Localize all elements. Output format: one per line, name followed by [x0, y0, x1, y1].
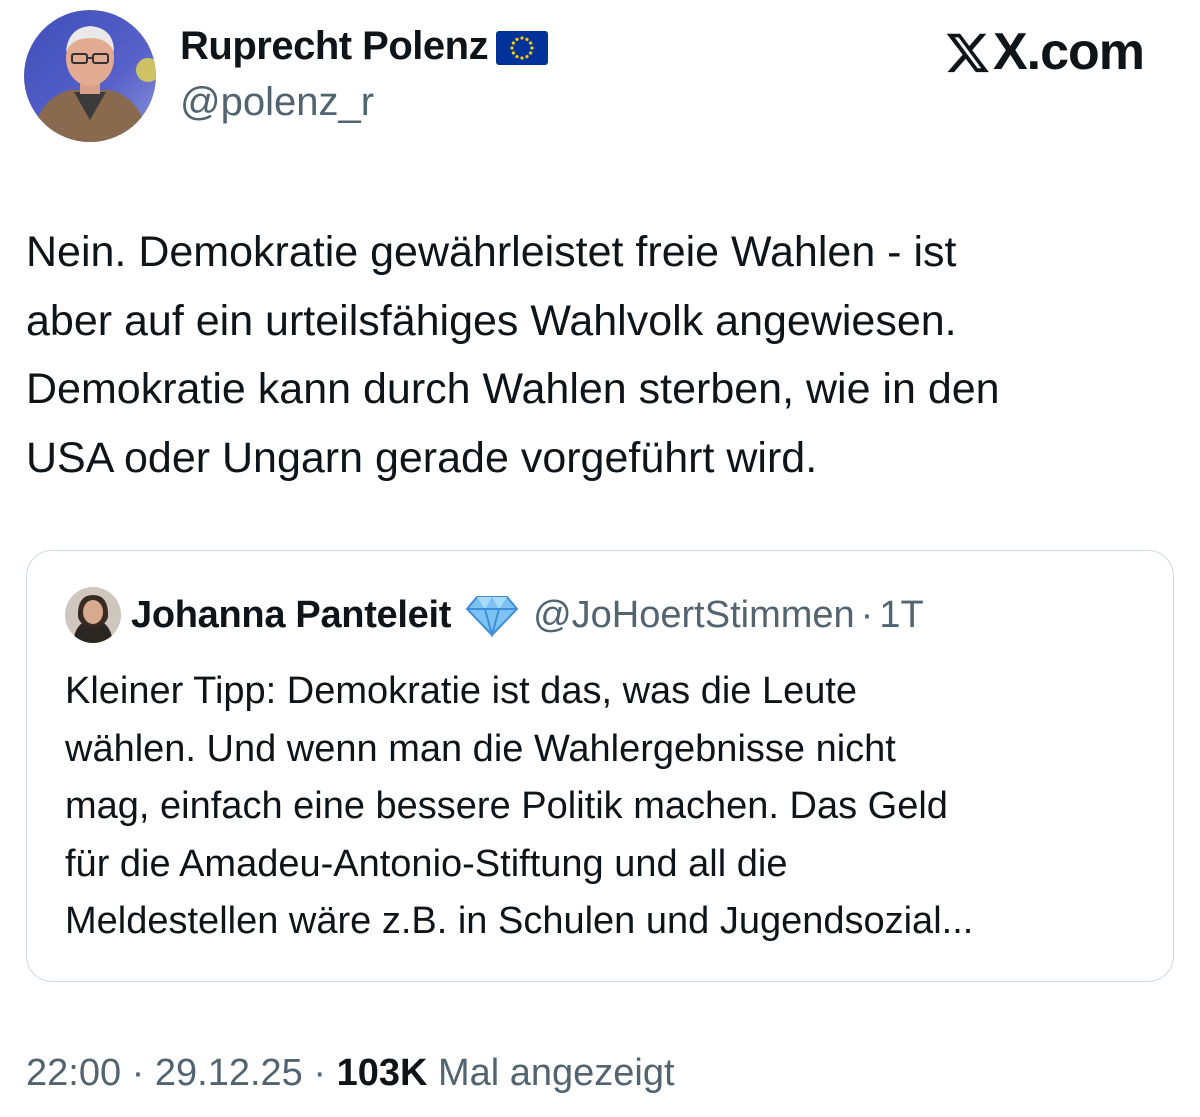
quote-avatar[interactable]: [65, 587, 121, 643]
views-count: 103K: [336, 1052, 428, 1094]
brand-text: X.com: [992, 23, 1145, 81]
quote-author-name[interactable]: Johanna Panteleit: [131, 594, 451, 637]
quote-header: Johanna Panteleit @JoHoertStimmen · 1T: [65, 587, 924, 643]
quote-line: für die Amadeu-Antonio-Stiftung und all …: [65, 842, 788, 885]
tweet-line: Nein. Demokratie gewährleistet freie Wah…: [26, 228, 957, 276]
quoted-tweet[interactable]: Johanna Panteleit @JoHoertStimmen · 1T K…: [26, 550, 1174, 982]
quote-line: Kleiner Tipp: Demokratie ist das, was di…: [65, 670, 858, 712]
x-logo-icon: [946, 33, 989, 73]
tweet-line: Demokratie kann durch Wahlen sterben, wi…: [26, 365, 1000, 413]
tweet-line: aber auf ein urteilsfähiges Wahlvolk ang…: [26, 296, 957, 345]
eu-flag-icon: [496, 30, 549, 65]
separator-dot: ·: [302, 1052, 337, 1094]
quote-timestamp[interactable]: 1T: [879, 594, 923, 637]
quote-line: mag, einfach eine bessere Politik machen…: [65, 785, 948, 827]
quote-text: Kleiner Tipp: Demokratie ist das, was di…: [65, 663, 1155, 951]
separator-dot: ·: [121, 1052, 155, 1094]
author-name-text: Ruprecht Polenz: [180, 24, 489, 68]
quote-line: wählen. Und wenn man die Wahlergebnisse …: [65, 727, 896, 770]
author-name[interactable]: Ruprecht Polenz: [180, 24, 550, 69]
tweet-screenshot: Ruprecht Polenz @polenz_r X.com Nein. De…: [0, 0, 1200, 1117]
tweet-meta: 22:00 · 29.12.25 · 103K Mal angezeigt: [26, 1052, 675, 1095]
quote-author-handle[interactable]: @JoHoertStimmen: [533, 594, 855, 637]
diamond-icon: [465, 596, 519, 637]
x-brand: X.com: [945, 22, 1145, 82]
views-label: Mal angezeigt: [427, 1052, 675, 1094]
author-handle[interactable]: @polenz_r: [180, 80, 374, 125]
tweet-line: USA oder Ungarn gerade vorgeführt wird.: [26, 433, 818, 482]
author-avatar[interactable]: [24, 10, 156, 142]
tweet-time[interactable]: 22:00: [26, 1052, 121, 1094]
tweet-text: Nein. Demokratie gewährleistet freie Wah…: [26, 218, 1186, 492]
separator-dot: ·: [860, 593, 874, 636]
quote-line: Meldestellen wäre z.B. in Schulen und Ju…: [65, 900, 974, 942]
tweet-date[interactable]: 29.12.25: [155, 1052, 303, 1094]
